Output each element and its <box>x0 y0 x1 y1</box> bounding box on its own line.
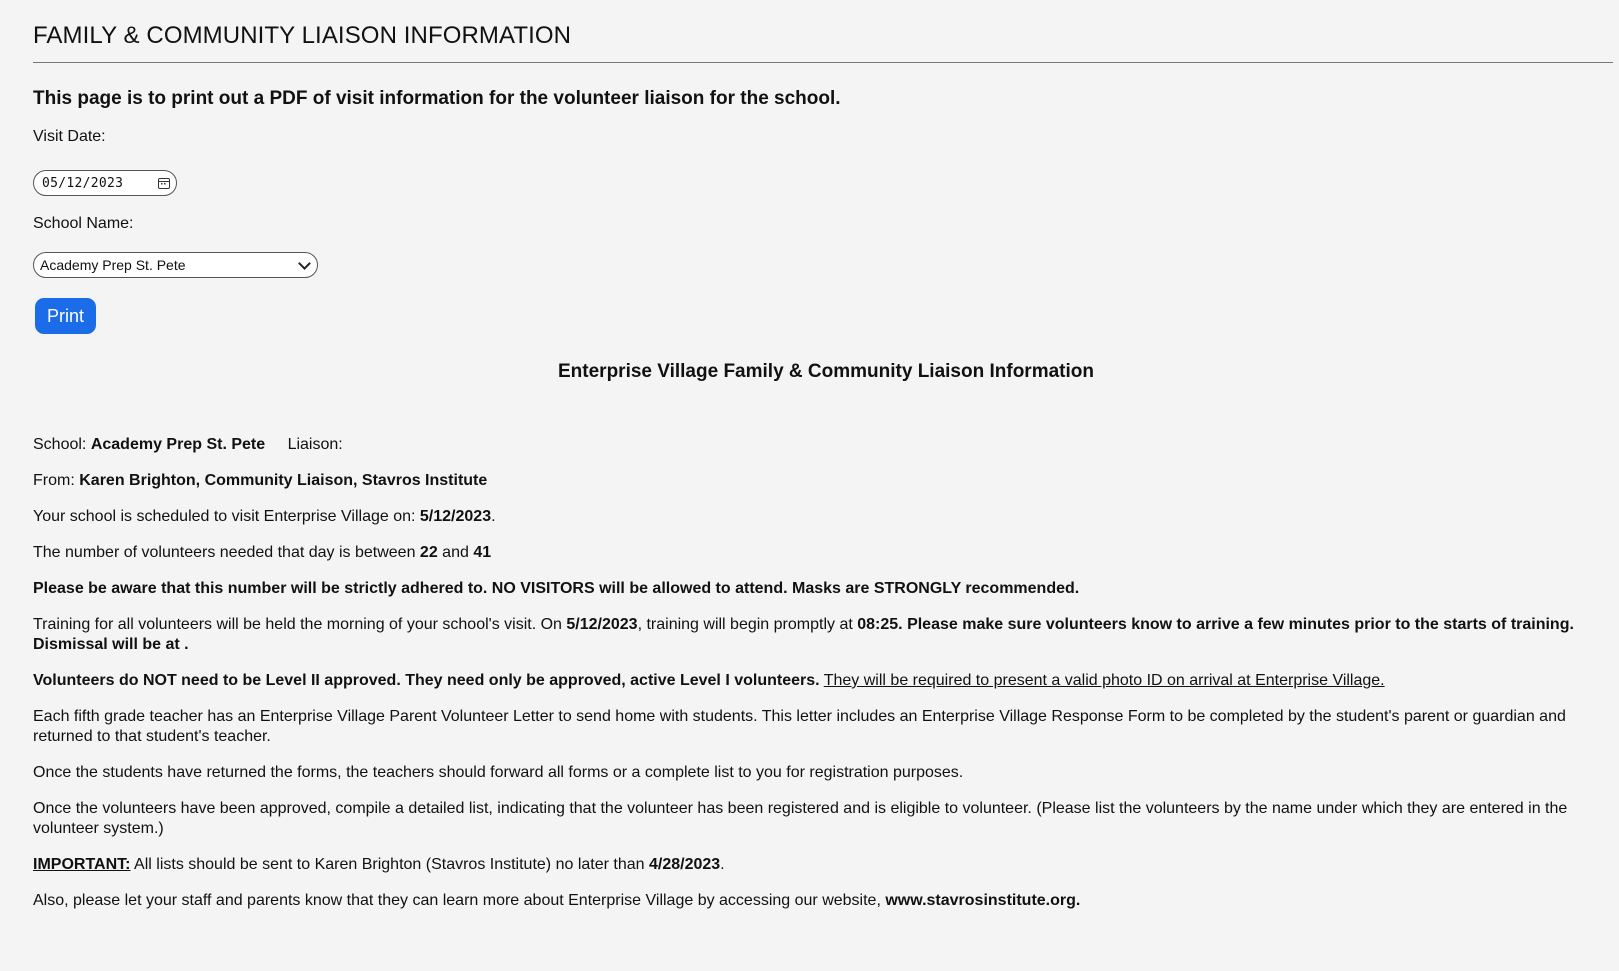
and-text: and <box>442 544 469 561</box>
school-name-select[interactable]: Academy Prep St. Pete <box>33 252 318 278</box>
important-label: IMPORTANT: <box>33 856 131 873</box>
important-text: All lists should be sent to Karen Bright… <box>134 856 645 873</box>
visit-date-label: Visit Date: <box>33 128 106 145</box>
website-line: Also, please let your staff and parents … <box>33 891 1618 911</box>
volunteers-max: 41 <box>473 544 492 561</box>
liaison-label: Liaison: <box>287 436 343 453</box>
title-divider <box>33 62 1613 63</box>
from-label: From: <box>33 472 75 489</box>
level-line: Volunteers do NOT need to be Level II ap… <box>33 671 1618 691</box>
website-text: Also, please let your staff and parents … <box>33 892 881 909</box>
calendar-icon[interactable] <box>158 177 170 189</box>
photo-id-text: They will be required to present a valid… <box>823 672 1385 689</box>
letter-heading: Enterprise Village Family & Community Li… <box>558 361 1094 382</box>
from-value: Karen Brighton, Community Liaison, Stavr… <box>79 472 488 489</box>
adherence-notice: Please be aware that this number will be… <box>33 580 1080 597</box>
volunteers-min: 22 <box>419 544 438 561</box>
training-text-1: Training for all volunteers will be held… <box>33 616 562 633</box>
scheduled-date: 5/12/2023 <box>419 508 492 525</box>
training-date: 5/12/2023 <box>566 616 638 633</box>
training-line: Training for all volunteers will be held… <box>33 615 1618 655</box>
scheduled-line: Your school is scheduled to visit Enterp… <box>33 508 496 525</box>
deadline-date: 4/28/2023 <box>648 856 721 873</box>
school-liaison-line: School: Academy Prep St. Pete Liaison: <box>33 435 1618 455</box>
scheduled-text: Your school is scheduled to visit Enterp… <box>33 508 416 525</box>
training-text-2: , training will begin promptly at <box>637 616 853 633</box>
volunteers-text: The number of volunteers needed that day… <box>33 544 416 561</box>
letter-body: School: Academy Prep St. Pete Liaison: F… <box>33 435 1618 911</box>
training-time: 08:25 <box>857 616 899 633</box>
from-line: From: Karen Brighton, Community Liaison,… <box>33 471 1618 491</box>
visit-date-value: 05/12/2023 <box>42 175 124 191</box>
volunteers-line: The number of volunteers needed that day… <box>33 543 1618 563</box>
forms-text: Once the students have returned the form… <box>33 764 964 781</box>
print-button[interactable]: Print <box>35 298 96 334</box>
chevron-down-icon <box>298 256 311 270</box>
visit-date-input[interactable]: 05/12/2023 <box>33 170 177 196</box>
teacher-letter-text: Each fifth grade teacher has an Enterpri… <box>33 708 1566 745</box>
website-link[interactable]: www.stavrosinstitute.org. <box>885 892 1080 909</box>
school-label: School: <box>33 436 87 453</box>
intro-text: This page is to print out a PDF of visit… <box>33 88 841 109</box>
page-title: FAMILY & COMMUNITY LIAISON INFORMATION <box>33 22 572 49</box>
school-value: Academy Prep St. Pete <box>90 436 266 453</box>
level-text: Volunteers do NOT need to be Level II ap… <box>33 672 820 689</box>
approved-text: Once the volunteers have been approved, … <box>33 800 1568 837</box>
important-line: IMPORTANT: All lists should be sent to K… <box>33 856 725 873</box>
school-name-selected: Academy Prep St. Pete <box>40 257 186 273</box>
page: FAMILY & COMMUNITY LIAISON INFORMATION T… <box>0 0 1619 911</box>
school-name-label: School Name: <box>33 215 134 232</box>
